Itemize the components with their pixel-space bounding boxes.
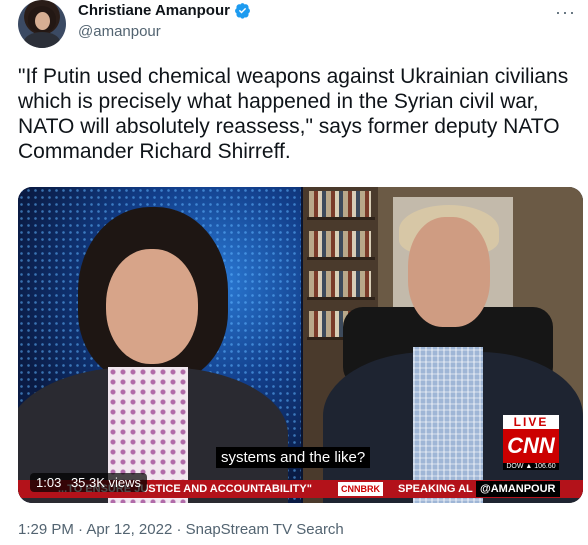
video-views-badge: 1:03 35.3K views	[30, 473, 148, 492]
tweet-time[interactable]: 1:29 PM	[18, 521, 74, 538]
author-name-row[interactable]: Christiane Amanpour	[78, 2, 251, 19]
tweet-text: "If Putin used chemical weapons against …	[18, 65, 569, 163]
video-caption: systems and the like?	[216, 447, 371, 468]
live-label: LIVE	[503, 415, 559, 429]
ticker-tag: CNNBRK	[338, 482, 383, 496]
avatar[interactable]	[18, 0, 66, 48]
author-name[interactable]: Christiane Amanpour	[78, 2, 230, 19]
dow-ticker: DOW ▲ 106.60	[503, 463, 559, 470]
video-views: 35.3K views	[70, 475, 142, 490]
ticker-handle: @AMANPOUR	[476, 481, 560, 497]
ticker-text-right: SPEAKING AL	[398, 483, 473, 495]
video-time: 1:03	[36, 475, 62, 490]
tweet-meta: 1:29 PM · Apr 12, 2022 · SnapStream TV S…	[18, 521, 344, 538]
tweet-date[interactable]: Apr 12, 2022	[86, 521, 172, 538]
author-handle[interactable]: @amanpour	[78, 23, 161, 40]
cnn-live-bug: LIVE CNN DOW ▲ 106.60	[503, 415, 559, 470]
cnn-logo: CNN	[503, 429, 559, 463]
tweet-source[interactable]: SnapStream TV Search	[186, 521, 344, 538]
verified-badge-icon	[235, 3, 250, 19]
more-icon[interactable]: ···	[555, 2, 576, 23]
video-player[interactable]: systems and the like? LIVE CNN DOW ▲ 106…	[18, 187, 583, 503]
